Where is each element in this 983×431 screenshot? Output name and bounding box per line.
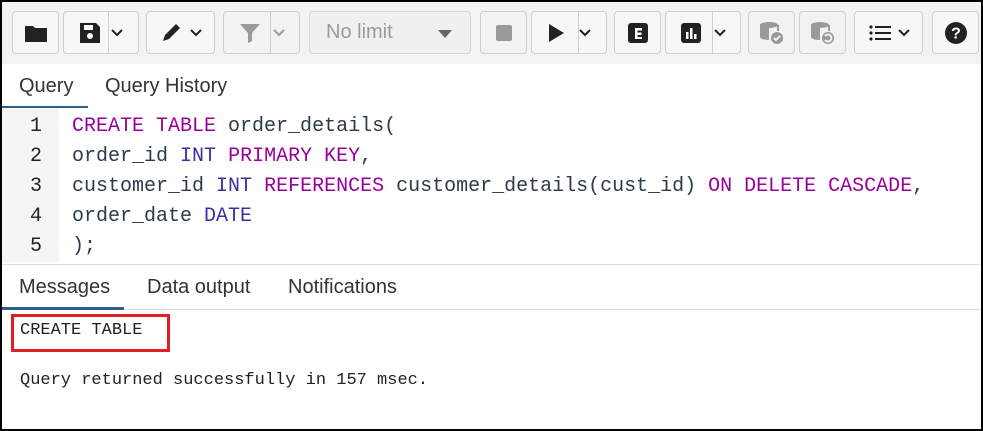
chevron-down-icon xyxy=(111,28,123,36)
line-number: 5 xyxy=(29,235,42,258)
sql-keyword: CREATE xyxy=(72,115,145,138)
row-limit-select[interactable]: No limit xyxy=(309,11,471,54)
tab-messages-label: Messages xyxy=(19,275,111,298)
sql-keyword: TABLE xyxy=(156,115,217,138)
edit-button[interactable] xyxy=(146,11,215,54)
explain-button[interactable] xyxy=(614,11,661,54)
status-message: Query returned successfully in 157 msec. xyxy=(20,371,429,390)
save-icon xyxy=(80,22,100,43)
caret-down-icon xyxy=(438,30,452,38)
code-text: ); xyxy=(72,232,96,262)
line-number: 1 xyxy=(29,115,42,138)
sql-text: , xyxy=(912,175,925,198)
line-number: 3 xyxy=(29,175,42,198)
database-rollback-icon xyxy=(810,21,834,44)
sql-type: DATE xyxy=(204,205,253,228)
code-text: order_date DATE xyxy=(72,202,252,232)
editor-tabs: Query Query History xyxy=(2,64,981,109)
chevron-down-icon xyxy=(579,28,591,36)
save-file-button[interactable] xyxy=(63,11,139,54)
chevron-down-icon xyxy=(714,28,726,36)
code-text: customer_id INT REFERENCES customer_deta… xyxy=(72,172,924,202)
sql-type: INT xyxy=(180,145,217,168)
code-text: CREATE TABLE order_details( xyxy=(72,112,396,142)
help-button[interactable]: ? xyxy=(932,11,979,54)
tab-query-history-label: Query History xyxy=(105,74,228,97)
sql-text: order_date xyxy=(72,205,205,228)
divider xyxy=(578,11,579,54)
chevron-down-icon xyxy=(272,28,285,36)
play-icon xyxy=(549,23,564,42)
tab-notifications[interactable]: Notifications xyxy=(288,265,397,309)
line-number: 4 xyxy=(29,205,42,228)
query-tool-window: No limit ? Query Query History 1 CREATE … xyxy=(0,0,983,431)
row-limit-value: No limit xyxy=(326,21,393,43)
filter-icon xyxy=(239,23,260,43)
folder-icon xyxy=(24,25,47,42)
tab-notifications-label: Notifications xyxy=(288,275,397,298)
tab-messages[interactable]: Messages xyxy=(2,265,125,310)
line-number: 2 xyxy=(29,145,42,168)
macros-button[interactable] xyxy=(854,11,923,54)
sql-text: ); xyxy=(72,235,97,258)
database-commit-icon xyxy=(759,21,783,44)
sql-text: order_id xyxy=(72,145,181,168)
sql-editor[interactable]: 1 CREATE TABLE order_details( 2 order_id IN… xyxy=(2,108,981,262)
help-icon: ? xyxy=(944,21,967,44)
divider xyxy=(270,11,271,54)
code-line: 4 order_date DATE xyxy=(2,202,981,232)
pencil-icon xyxy=(162,23,180,41)
messages-panel: CREATE TABLE Query returned successfully… xyxy=(2,310,981,429)
divider xyxy=(712,11,713,54)
sql-keyword: ON DELETE CASCADE xyxy=(708,175,913,198)
code-text: order_id INT PRIMARY KEY, xyxy=(72,142,372,172)
chart-icon xyxy=(681,22,701,43)
sql-text: customer_id xyxy=(72,175,217,198)
chevron-down-icon xyxy=(897,28,910,36)
sql-keyword: REFERENCES xyxy=(264,175,385,198)
code-line: 3 customer_id INT REFERENCES customer_det… xyxy=(2,172,981,202)
code-line: 1 CREATE TABLE order_details( xyxy=(2,112,981,142)
sql-text: customer_details(cust_id) xyxy=(384,175,709,198)
rollback-button[interactable] xyxy=(799,11,846,54)
commit-button[interactable] xyxy=(748,11,795,54)
tab-query-label: Query xyxy=(19,74,74,97)
tab-query[interactable]: Query xyxy=(2,64,89,109)
svg-text:?: ? xyxy=(951,25,961,42)
code-line: 2 order_id INT PRIMARY KEY, xyxy=(2,142,981,172)
stop-button[interactable] xyxy=(480,11,527,54)
tab-query-history[interactable]: Query History xyxy=(105,64,227,108)
sql-text: order_details( xyxy=(216,115,397,138)
stop-icon xyxy=(495,24,512,41)
code-line: 5); xyxy=(2,232,981,262)
sql-keyword: PRIMARY KEY xyxy=(228,145,361,168)
query-toolbar: No limit ? xyxy=(2,2,981,64)
output-tabs: Messages Data output Notifications xyxy=(2,264,981,310)
tab-data-output[interactable]: Data output xyxy=(147,265,250,309)
tab-data-output-label: Data output xyxy=(147,275,251,298)
execute-button[interactable] xyxy=(531,11,607,54)
list-icon xyxy=(868,24,891,41)
filter-button[interactable] xyxy=(223,11,300,54)
open-file-button[interactable] xyxy=(12,11,59,54)
explain-icon xyxy=(627,22,648,43)
sql-text: , xyxy=(360,145,373,168)
sql-type: INT xyxy=(216,175,253,198)
explain-analyze-button[interactable] xyxy=(665,11,741,54)
result-message: CREATE TABLE xyxy=(20,321,143,340)
chevron-down-icon xyxy=(189,28,202,36)
divider xyxy=(108,11,109,54)
